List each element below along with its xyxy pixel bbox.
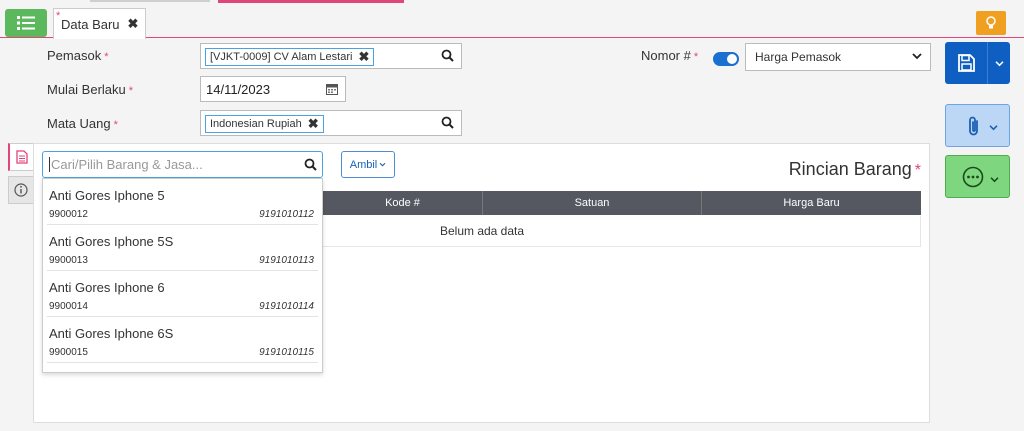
item-name: Anti Gores Iphone 5S	[49, 234, 174, 249]
item-barcode: 9191010113	[259, 255, 314, 266]
mata-uang-field[interactable]: Indonesian Rupiah ✖	[200, 110, 462, 136]
attachment-button[interactable]	[945, 104, 1010, 147]
item-code: 9900014	[49, 301, 88, 312]
bulb-icon	[986, 16, 996, 29]
nomor-label: Nomor # *	[641, 48, 699, 63]
item-suggestion-dropdown: Anti Gores Iphone 5 9900012 9191010112 A…	[42, 178, 323, 373]
tab-bar: * Data Baru ✖	[0, 4, 1024, 39]
chevron-down-icon	[379, 162, 386, 167]
chevron-down-icon	[989, 125, 998, 131]
item-search-input[interactable]: Cari/Pilih Barang & Jasa...	[42, 151, 323, 178]
search-icon[interactable]	[304, 158, 317, 171]
menu-button[interactable]	[5, 9, 47, 37]
mata-uang-label: Mata Uang *	[47, 116, 118, 131]
pemasok-label: Pemasok *	[47, 48, 109, 63]
info-icon	[14, 183, 28, 197]
item-name: Anti Gores Iphone 6S	[49, 326, 174, 341]
item-code: 9900012	[49, 209, 88, 220]
list-item[interactable]: Anti Gores Iphone 5 9900012 9191010112	[47, 179, 318, 225]
item-code: 9900013	[49, 255, 88, 266]
item-barcode: 9191010115	[259, 347, 314, 358]
tab-data-baru[interactable]: * Data Baru ✖	[53, 8, 146, 39]
save-button[interactable]	[945, 42, 987, 84]
column-kode[interactable]: Kode #	[323, 191, 483, 215]
list-item[interactable]: Anti Gores Iphone 5S 9900013 9191010113	[47, 225, 318, 271]
tab-indicator-active	[218, 0, 404, 3]
list-icon	[17, 16, 35, 30]
column-harga-baru[interactable]: Harga Baru	[702, 191, 921, 215]
paperclip-icon	[969, 116, 978, 136]
tab-title: Data Baru	[61, 16, 120, 32]
more-actions-button[interactable]	[945, 155, 1010, 198]
search-icon[interactable]	[441, 116, 454, 129]
mulai-berlaku-label: Mulai Berlaku *	[47, 82, 134, 97]
item-search-placeholder: Cari/Pilih Barang & Jasa...	[51, 157, 203, 172]
side-tab-info[interactable]	[8, 176, 34, 204]
chevron-down-icon	[990, 177, 999, 183]
unsaved-marker: *	[56, 10, 61, 22]
mata-uang-chip: Indonesian Rupiah ✖	[205, 115, 324, 133]
item-barcode: 9191010114	[259, 301, 314, 312]
item-name: Anti Gores Iphone 6	[49, 280, 165, 295]
tips-button[interactable]	[976, 11, 1006, 35]
item-name: Anti Gores Iphone 5	[49, 188, 165, 203]
save-icon	[958, 54, 975, 72]
remove-pemasok-icon[interactable]: ✖	[358, 49, 369, 65]
side-tab-details[interactable]	[8, 143, 34, 171]
chevron-down-icon	[912, 53, 922, 60]
harga-select[interactable]: Harga Pemasok	[745, 43, 931, 71]
tab-indicator-inactive	[90, 0, 210, 2]
column-satuan[interactable]: Satuan	[483, 191, 702, 215]
nomor-toggle[interactable]	[713, 52, 739, 66]
save-options-button[interactable]	[988, 42, 1010, 84]
ambil-button[interactable]: Ambil	[341, 151, 395, 178]
search-icon[interactable]	[441, 49, 454, 62]
close-icon[interactable]: ✖	[128, 16, 139, 32]
pemasok-chip: [VJKT-0009] CV Alam Lestari ✖	[205, 48, 375, 66]
chevron-down-icon	[994, 60, 1004, 66]
text-caret	[49, 157, 50, 172]
list-item[interactable]: Anti Gores Iphone 6S 9900015 9191010115	[47, 317, 318, 363]
pemasok-field[interactable]: [VJKT-0009] CV Alam Lestari ✖	[200, 43, 462, 69]
list-item[interactable]: Anti Gores Iphone 6 9900014 9191010114	[47, 271, 318, 317]
document-icon	[15, 150, 28, 164]
remove-mata-uang-icon[interactable]: ✖	[308, 116, 319, 132]
mulai-berlaku-field[interactable]: 14/11/2023	[200, 76, 346, 102]
save-button-group	[945, 42, 1010, 84]
item-code: 9900015	[49, 347, 88, 358]
panel-title: Rincian Barang *	[788, 159, 921, 179]
more-icon	[962, 166, 984, 188]
item-barcode: 9191010112	[259, 209, 314, 220]
calendar-icon[interactable]	[326, 83, 338, 95]
